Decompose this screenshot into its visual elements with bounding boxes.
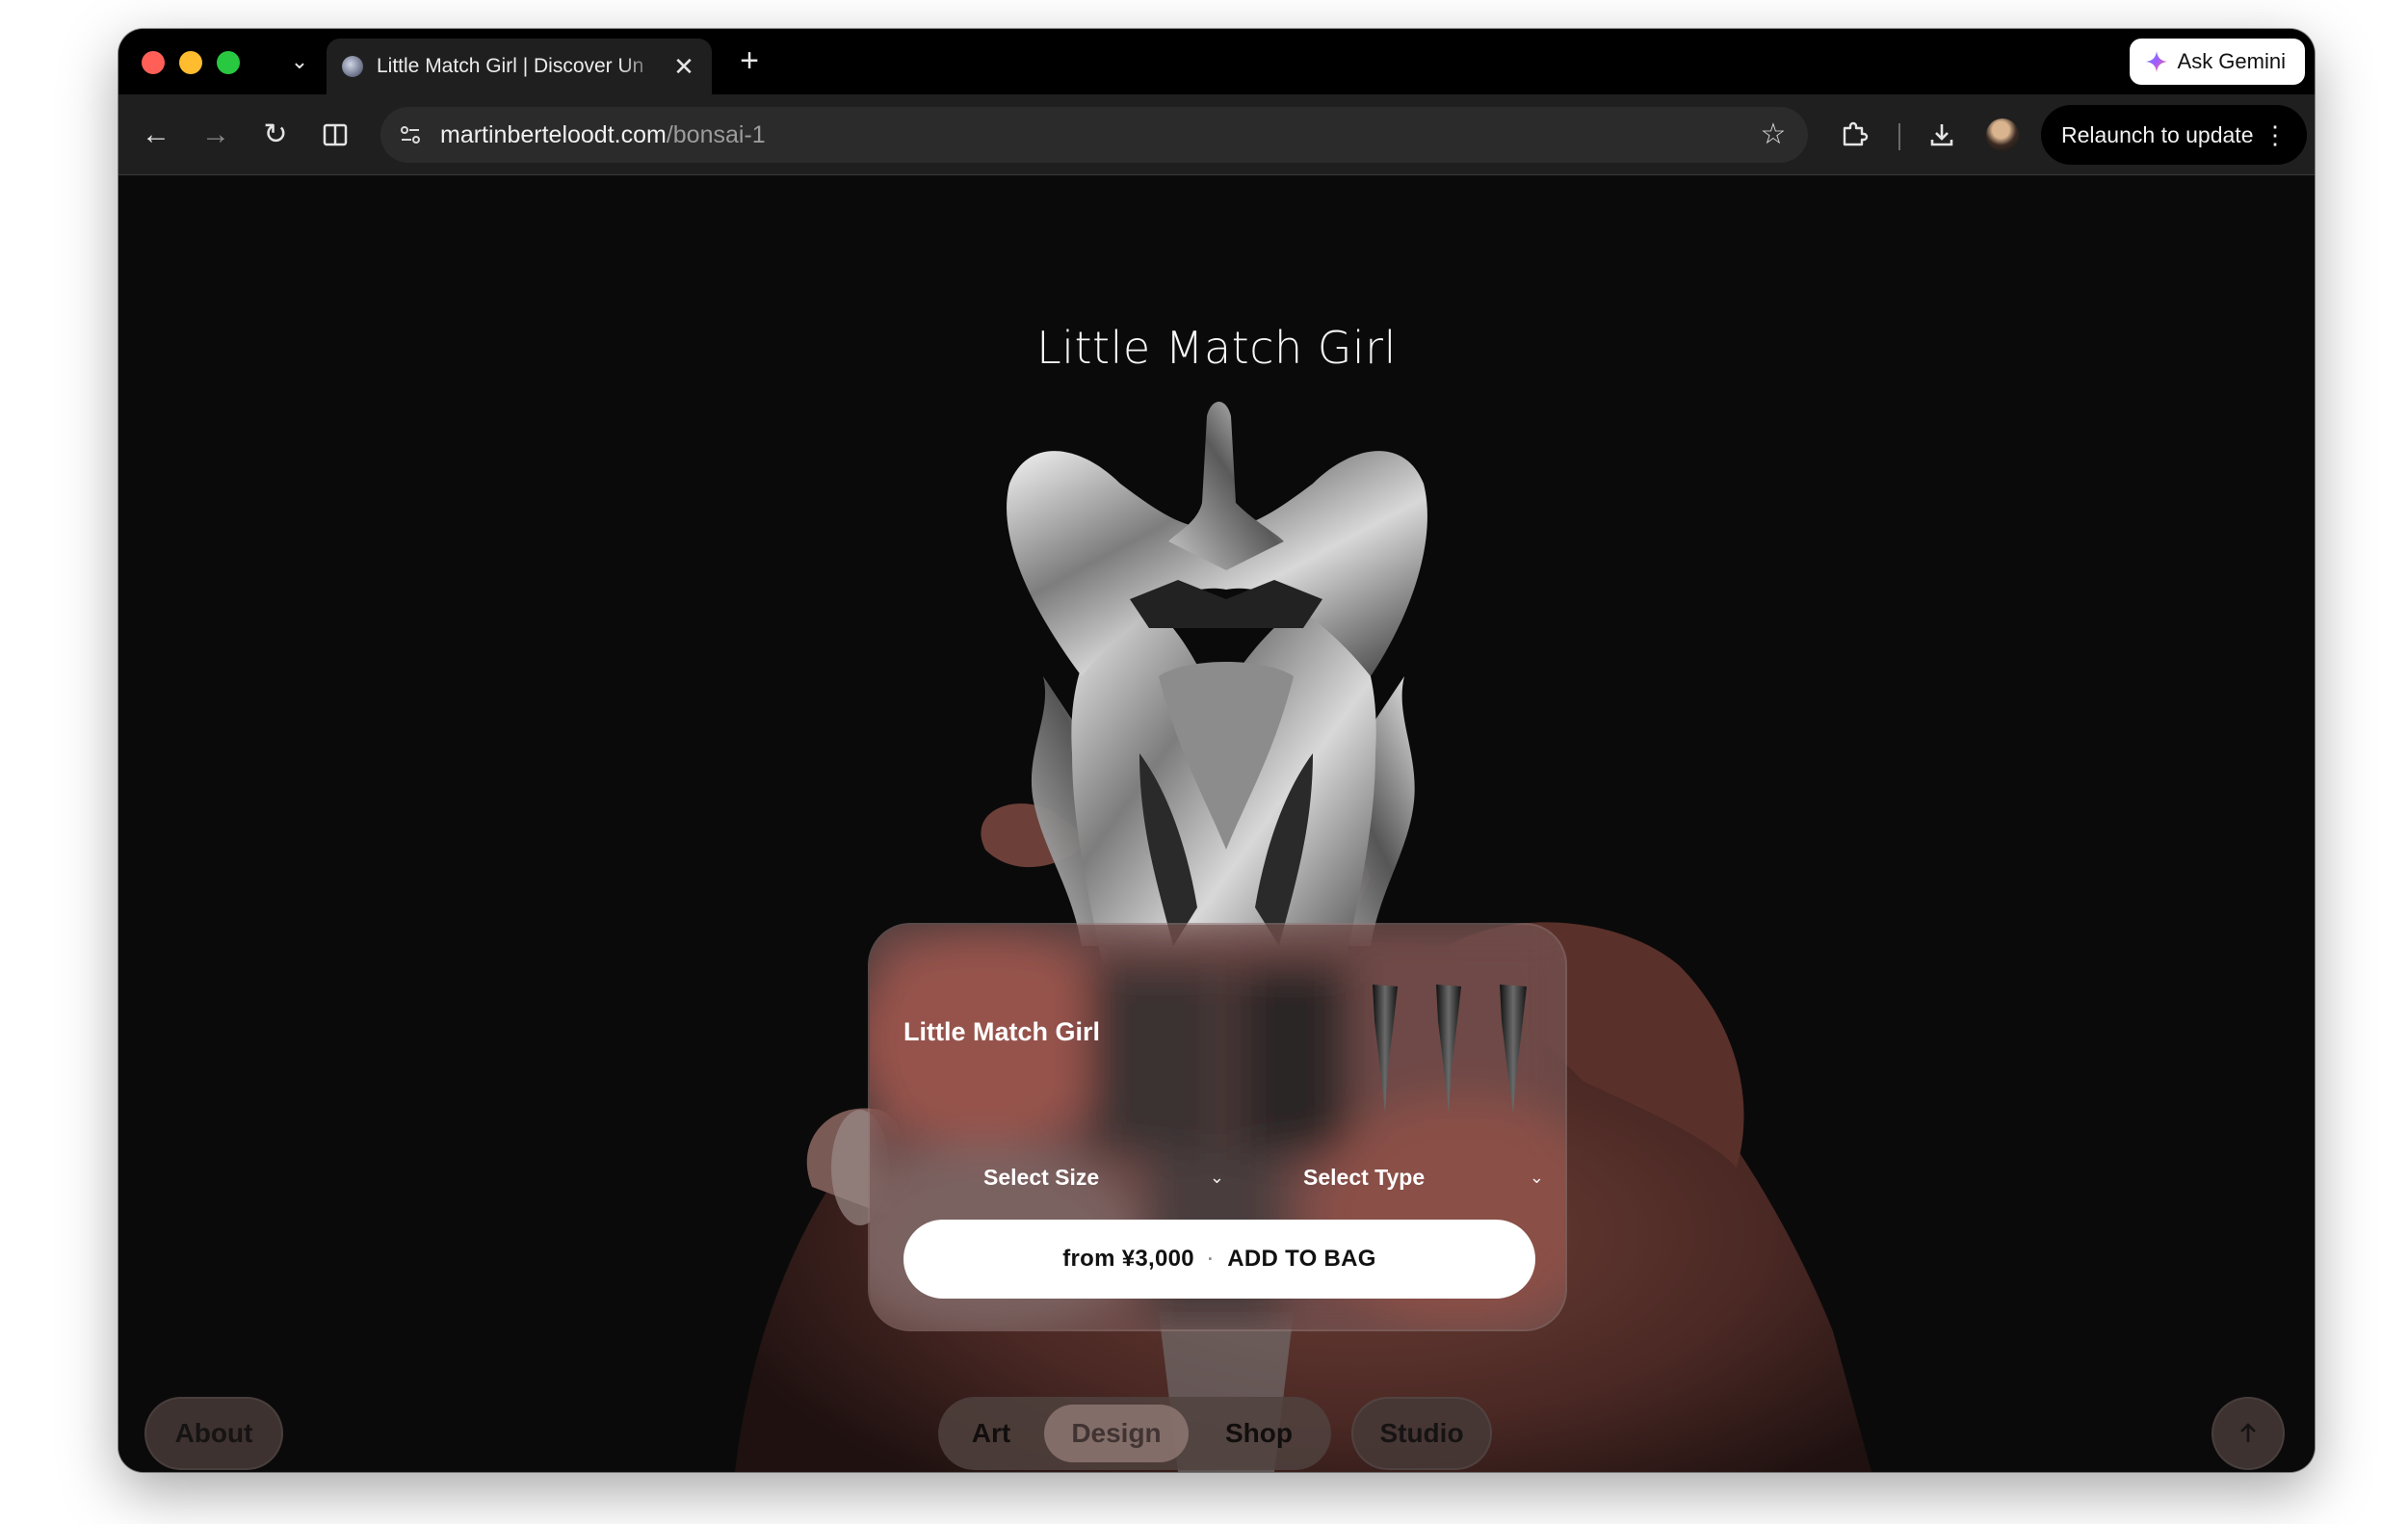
- add-to-bag-label: ADD TO BAG: [1227, 1246, 1376, 1272]
- product-name: Little Match Girl: [903, 1017, 1101, 1046]
- add-to-bag-button[interactable]: from ¥3,000 · ADD TO BAG: [903, 1220, 1535, 1299]
- type-select[interactable]: Select Type ⌄: [1303, 1158, 1544, 1196]
- separator-dot: ·: [1207, 1248, 1215, 1269]
- relaunch-label: Relaunch to update: [2061, 121, 2254, 147]
- browser-window: ⌄ Little Match Girl | Discover Un ✕ + As…: [118, 29, 2315, 1472]
- address-bar[interactable]: martinberteloodt.com/bonsai-1 ☆: [380, 107, 1808, 163]
- chevron-down-icon: ⌄: [1529, 1167, 1544, 1187]
- tab-title: Little Match Girl | Discover Un: [377, 55, 644, 77]
- nav-art[interactable]: Art: [938, 1397, 1044, 1470]
- download-icon[interactable]: [1923, 116, 1961, 154]
- size-select[interactable]: Select Size ⌄: [983, 1158, 1224, 1196]
- gemini-sparkle-icon: [2145, 51, 2167, 72]
- relaunch-button[interactable]: Relaunch to update ⋮: [2041, 105, 2307, 165]
- ask-gemini-label: Ask Gemini: [2177, 49, 2286, 73]
- active-tab[interactable]: Little Match Girl | Discover Un ✕: [327, 39, 712, 94]
- arrow-up-icon: [2240, 1423, 2256, 1442]
- split-view-icon[interactable]: [316, 116, 354, 154]
- new-tab-button[interactable]: +: [730, 42, 769, 81]
- size-select-label: Select Size: [983, 1164, 1100, 1190]
- forward-arrow-icon[interactable]: →: [196, 116, 235, 154]
- nav-shop[interactable]: Shop: [1196, 1397, 1322, 1470]
- ask-gemini-button[interactable]: Ask Gemini: [2129, 39, 2305, 85]
- site-settings-icon[interactable]: [396, 120, 425, 149]
- main-nav: Art Design Shop: [938, 1397, 1331, 1470]
- back-arrow-icon[interactable]: ←: [137, 116, 175, 154]
- tab-search-chevron-icon[interactable]: ⌄: [282, 44, 317, 79]
- page-title: Little Match Girl: [1036, 322, 1397, 374]
- url-path: /bonsai-1: [666, 120, 766, 148]
- url-host: martinberteloodt.com: [440, 120, 667, 148]
- more-menu-icon[interactable]: ⋮: [2263, 120, 2288, 150]
- scroll-to-top-button[interactable]: [2212, 1397, 2285, 1470]
- bookmark-star-icon[interactable]: ☆: [1756, 118, 1791, 152]
- maximize-window-button[interactable]: [217, 51, 240, 74]
- toolbar-divider: [1898, 123, 1900, 150]
- close-tab-icon[interactable]: ✕: [671, 52, 696, 82]
- product-variant-thumbnails[interactable]: [1351, 983, 1544, 1117]
- close-window-button[interactable]: [142, 51, 165, 74]
- extensions-puzzle-icon[interactable]: [1835, 116, 1873, 154]
- browser-toolbar: ← → ↻ martinberteloodt.com/bonsai-1 ☆ Re…: [118, 94, 2315, 175]
- product-card: Little Match Girl Select Size ⌄ Select T…: [868, 923, 1567, 1331]
- nav-studio[interactable]: Studio: [1351, 1397, 1492, 1470]
- page-content: Little Match Girl Little Match Girl Sele…: [118, 175, 2315, 1472]
- nav-about[interactable]: About: [144, 1397, 283, 1470]
- reload-icon[interactable]: ↻: [256, 116, 295, 154]
- tab-strip: ⌄ Little Match Girl | Discover Un ✕ + As…: [118, 29, 2315, 94]
- price-label: from ¥3,000: [1062, 1246, 1194, 1272]
- site-favicon-icon: [342, 56, 363, 77]
- chevron-down-icon: ⌄: [1209, 1167, 1224, 1187]
- type-select-label: Select Type: [1303, 1164, 1426, 1190]
- profile-avatar[interactable]: [1986, 118, 2019, 151]
- minimize-window-button[interactable]: [179, 51, 202, 74]
- nav-design[interactable]: Design: [1044, 1405, 1189, 1462]
